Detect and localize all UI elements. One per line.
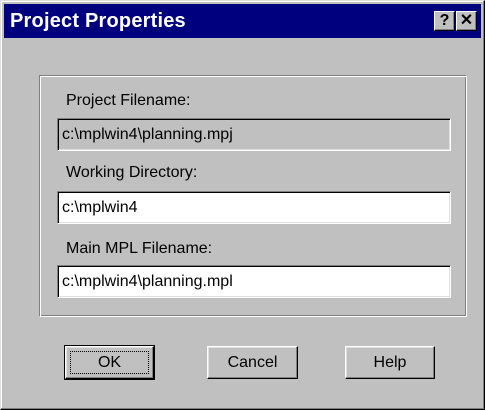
project-properties-dialog: Project Properties ? ✕ Project Filename:…	[0, 0, 485, 410]
cancel-button-label: Cancel	[227, 354, 278, 371]
title-bar[interactable]: Project Properties ? ✕	[4, 4, 481, 38]
close-icon[interactable]: ✕	[456, 11, 477, 31]
ok-button-label: OK	[97, 354, 122, 371]
main-mpl-filename-field[interactable]	[57, 265, 451, 298]
project-filename-label: Project Filename:	[66, 92, 191, 109]
ok-button[interactable]: OK	[64, 345, 155, 380]
help-button-label: Help	[373, 354, 407, 371]
project-filename-field	[57, 118, 451, 151]
help-button[interactable]: Help	[345, 346, 435, 379]
working-directory-field[interactable]	[57, 191, 451, 224]
main-mpl-filename-label: Main MPL Filename:	[66, 240, 213, 257]
working-directory-label: Working Directory:	[66, 164, 198, 181]
window-title: Project Properties	[10, 10, 186, 32]
cancel-button[interactable]: Cancel	[207, 346, 298, 379]
help-icon[interactable]: ?	[434, 11, 455, 31]
